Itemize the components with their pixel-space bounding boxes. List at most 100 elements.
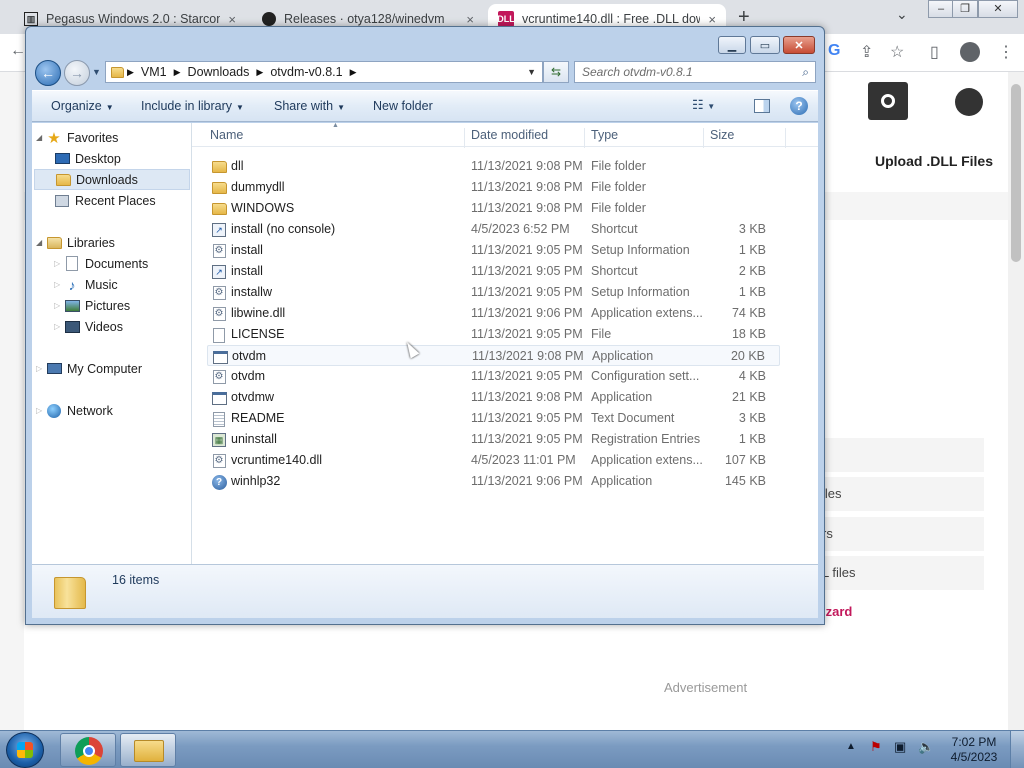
nav-network[interactable]: ▷ Network [36,400,113,421]
explorer-titlebar[interactable]: ▁ ▭ ✕ [26,27,824,57]
breadcrumb-vm1[interactable]: VM1 [137,65,171,79]
sidebar-link[interactable]: izard [800,595,984,629]
sidepanel-icon[interactable]: ▯ [930,42,939,62]
taskbar-chrome[interactable] [60,733,116,767]
recent-pages-chevron-icon[interactable]: ▼ [92,67,101,77]
close-tab-icon[interactable]: × [466,12,474,27]
show-hidden-icons-icon[interactable]: ▲ [846,741,856,752]
expand-arrow-icon[interactable]: ▷ [54,301,64,310]
menu-icon[interactable]: ⋮ [998,42,1014,62]
breadcrumb-downloads[interactable]: Downloads [184,65,254,79]
sidebar-link[interactable]: iles [800,477,984,511]
column-size[interactable]: Size [706,128,786,148]
change-view-button[interactable]: ☷ ▼ [692,97,715,113]
expand-arrow-icon[interactable]: ▷ [54,259,64,268]
taskbar-explorer[interactable] [120,733,176,767]
expand-arrow-icon[interactable]: ▷ [36,364,46,373]
file-row[interactable]: ⚙ otvdm 11/13/2021 9:05 PM Configuration se… [207,366,780,387]
nav-my-computer[interactable]: ▷ My Computer [36,358,142,379]
nav-videos[interactable]: ▷ Videos [54,316,123,337]
nav-recent-places[interactable]: Recent Places [54,190,156,211]
file-row[interactable]: dummydll 11/13/2021 9:08 PM File folder [207,177,780,198]
share-icon[interactable]: ⇪ [860,42,873,62]
action-center-icon[interactable]: ⚑ [870,739,882,755]
chrome-icon [75,737,103,765]
sidebar-link[interactable] [800,438,984,472]
search-input[interactable]: Search otvdm-v0.8.1 ⌕ [574,61,816,83]
site-search-button[interactable] [868,82,908,120]
sidebar-link[interactable]: L files [800,556,984,590]
browser-close-button[interactable]: ✕ [978,0,1018,18]
nav-favorites[interactable]: ◢ ★ Favorites [36,127,118,148]
new-folder-button[interactable]: New folder [373,99,433,113]
file-row[interactable]: ↗ install 11/13/2021 9:05 PM Shortcut 2 KB [207,261,780,282]
expand-arrow-icon[interactable]: ▷ [54,322,64,331]
share-with-menu[interactable]: Share with ▼ [274,99,345,113]
collapse-arrow-icon[interactable]: ◢ [36,238,46,247]
file-row[interactable]: README 11/13/2021 9:05 PM Text Document 3 K… [207,408,780,429]
clock[interactable]: 7:02 PM 4/5/2023 [944,735,1004,765]
file-row[interactable]: ⚙ installw 11/13/2021 9:05 PM Setup Informa… [207,282,780,303]
column-date-modified[interactable]: Date modified [467,128,585,148]
nav-documents[interactable]: ▷ Documents [54,253,148,274]
profile-icon[interactable] [960,42,980,62]
show-desktop-button[interactable] [1010,731,1024,768]
file-row[interactable]: WINDOWS 11/13/2021 9:08 PM File folder [207,198,780,219]
page-scrollbar-thumb[interactable] [1011,84,1021,262]
address-dropdown-icon[interactable]: ▼ [527,67,536,77]
expand-arrow-icon[interactable]: ▷ [54,280,64,289]
nav-libraries[interactable]: ◢ Libraries [36,232,115,253]
file-row[interactable]: ⚙ vcruntime140.dll 4/5/2023 11:01 PM Applic… [207,450,780,471]
close-button[interactable]: ✕ [783,36,815,54]
nav-pictures[interactable]: ▷ Pictures [54,295,130,316]
address-bar[interactable]: ▶ VM1 ▶ Downloads ▶ otvdm-v0.8.1 ▶ ▼ [105,61,543,83]
google-icon[interactable]: G [828,42,840,60]
file-row[interactable]: otvdmw 11/13/2021 9:08 PM Application 21 KB [207,387,780,408]
network-tray-icon[interactable]: ▣ [894,739,906,755]
sidebar-link[interactable]: rs [800,517,984,551]
tab-title: Releases · otya128/winedvm [284,12,445,26]
file-row[interactable]: ? winhlp32 11/13/2021 9:06 PM Application 14… [207,471,780,492]
nav-music[interactable]: ▷ ♪ Music [54,274,118,295]
breadcrumb-chevron-icon[interactable]: ▶ [253,67,266,78]
file-row[interactable]: dll 11/13/2021 9:08 PM File folder [207,156,780,177]
start-button[interactable] [6,732,44,768]
column-type[interactable]: Type [587,128,704,148]
collapse-arrow-icon[interactable]: ◢ [36,133,46,142]
tab-search-chevron-icon[interactable]: ⌄ [896,6,908,23]
file-row[interactable]: ⚙ install 11/13/2021 9:05 PM Setup Informat… [207,240,780,261]
volume-muted-icon[interactable]: 🔈 [918,739,934,755]
file-row[interactable]: LICENSE 11/13/2021 9:05 PM File 18 KB [207,324,780,345]
file-row[interactable]: ↗ install (no console) 4/5/2023 6:52 PM Sho… [207,219,780,240]
nav-desktop[interactable]: Desktop [54,148,121,169]
breadcrumb-chevron-icon[interactable]: ▶ [347,67,360,78]
include-in-library-menu[interactable]: Include in library ▼ [141,99,244,113]
upload-dll-link[interactable]: Upload .DLL Files [875,153,993,169]
browser-minimize-button[interactable]: – [928,0,954,18]
breadcrumb-chevron-icon[interactable]: ▶ [124,67,137,78]
column-name[interactable]: Name [206,128,465,148]
file-row[interactable]: ▦ uninstall 11/13/2021 9:05 PM Registration… [207,429,780,450]
file-row[interactable]: otvdm 11/13/2021 9:08 PM Application 20 KB [207,345,780,366]
minimize-button[interactable]: ▁ [718,36,746,54]
user-icon[interactable] [955,88,983,116]
browser-restore-button[interactable]: ❐ [952,0,978,18]
close-tab-icon[interactable]: × [228,12,236,27]
close-tab-icon[interactable]: × [708,12,716,27]
preview-pane-icon[interactable] [754,99,770,113]
refresh-button[interactable]: ⇆ [543,61,569,83]
nav-label: Videos [85,319,123,334]
forward-button[interactable]: → [64,60,90,86]
back-icon[interactable]: ← [10,42,26,60]
expand-arrow-icon[interactable]: ▷ [36,406,46,415]
nav-label: Downloads [76,172,138,187]
file-row[interactable]: ⚙ libwine.dll 11/13/2021 9:06 PM Applicatio… [207,303,780,324]
organize-menu[interactable]: Organize ▼ [51,99,114,113]
star-icon[interactable]: ☆ [890,42,904,62]
help-icon[interactable]: ? [790,97,808,115]
back-button[interactable]: ← [35,60,61,86]
nav-downloads[interactable]: Downloads [34,169,190,190]
breadcrumb-chevron-icon[interactable]: ▶ [171,67,184,78]
breadcrumb-otvdm[interactable]: otvdm-v0.8.1 [266,65,346,79]
maximize-button[interactable]: ▭ [750,36,780,54]
